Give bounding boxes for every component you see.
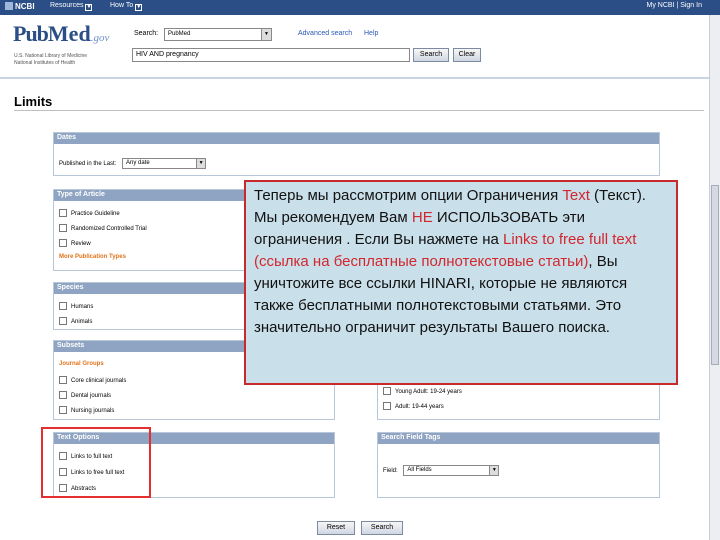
dates-panel: Dates Published in the Last: Any date ▼ bbox=[53, 132, 660, 176]
checkbox[interactable] bbox=[383, 402, 391, 410]
field-select[interactable]: All Fields ▼ bbox=[403, 465, 500, 476]
resources-label: Resources bbox=[50, 2, 84, 9]
chevron-down-icon: ▼ bbox=[135, 4, 143, 11]
dates-heading: Dates bbox=[54, 133, 659, 144]
database-value: PubMed bbox=[168, 31, 191, 37]
checkbox-row[interactable]: Randomized Controlled Trial bbox=[59, 224, 147, 232]
checkbox-label: Animals bbox=[71, 319, 93, 325]
callout-text: ИСПОЛЬЗОВАТЬ bbox=[436, 209, 559, 226]
checkbox[interactable] bbox=[59, 209, 67, 217]
checkbox-row[interactable]: Dental journals bbox=[59, 391, 111, 399]
journal-groups-label: Journal Groups bbox=[59, 361, 104, 367]
checkbox[interactable] bbox=[383, 387, 391, 395]
callout-highlight: Text bbox=[562, 187, 590, 204]
logo-sub-line2: National Institutes of Health bbox=[14, 60, 76, 66]
checkbox-row[interactable]: Animals bbox=[59, 317, 92, 325]
logo-gov-text: .gov bbox=[90, 32, 110, 44]
instruction-callout: Теперь мы рассмотрим опции Ограничения T… bbox=[244, 180, 678, 385]
advanced-search-link[interactable]: Advanced search bbox=[298, 30, 352, 37]
clear-button[interactable]: Clear bbox=[453, 48, 481, 62]
published-select[interactable]: Any date ▼ bbox=[122, 158, 207, 169]
field-value: All Fields bbox=[407, 467, 432, 473]
ncbi-logo-icon bbox=[5, 2, 13, 10]
checkbox[interactable] bbox=[59, 317, 67, 325]
checkbox-row[interactable]: Young Adult: 19-24 years bbox=[383, 387, 462, 395]
search-input[interactable]: HIV AND pregnancy bbox=[132, 48, 410, 62]
logo-subtitle: U.S. National Library of Medicine Nation… bbox=[14, 53, 87, 67]
logo-med-text: Med bbox=[47, 21, 91, 46]
search-field-tags-panel: Search Field Tags Field: All Fields ▼ bbox=[377, 432, 660, 498]
search-button[interactable]: Search bbox=[413, 48, 449, 62]
logo-pub-text: Pub bbox=[13, 21, 49, 46]
resources-menu[interactable]: Resources ▼ bbox=[50, 2, 93, 11]
pubmed-header: PubMed.gov U.S. National Library of Medi… bbox=[0, 15, 710, 77]
database-select[interactable]: PubMed ▼ bbox=[164, 28, 272, 41]
checkbox[interactable] bbox=[59, 376, 67, 384]
chevron-down-icon: ▼ bbox=[85, 4, 93, 11]
ncbi-logo[interactable]: NCBI bbox=[5, 2, 35, 11]
checkbox-row[interactable]: Adult: 19-44 years bbox=[383, 402, 444, 410]
published-label: Published in the Last: bbox=[59, 161, 117, 168]
reset-button[interactable]: Reset bbox=[317, 521, 355, 535]
search-field-tags-heading: Search Field Tags bbox=[378, 433, 659, 444]
checkbox-row[interactable]: Core clinical journals bbox=[59, 376, 126, 384]
chevron-down-icon: ▼ bbox=[196, 159, 206, 168]
ncbi-label: NCBI bbox=[15, 2, 35, 11]
scrollbar-thumb[interactable] bbox=[711, 185, 719, 365]
published-value: Any date bbox=[126, 160, 150, 166]
help-link[interactable]: Help bbox=[364, 30, 378, 37]
checkbox-row[interactable]: Humans bbox=[59, 302, 93, 310]
more-publication-types-link[interactable]: More Publication Types bbox=[59, 254, 126, 260]
callout-highlight: НЕ bbox=[411, 209, 433, 226]
checkbox[interactable] bbox=[59, 302, 67, 310]
checkbox-row[interactable]: Nursing journals bbox=[59, 406, 114, 414]
field-row: Field: All Fields ▼ bbox=[383, 465, 500, 476]
published-row: Published in the Last: Any date ▼ bbox=[59, 158, 207, 169]
chevron-down-icon: ▼ bbox=[489, 466, 499, 475]
text-options-highlight bbox=[41, 427, 151, 498]
checkbox-label: Nursing journals bbox=[71, 408, 115, 414]
checkbox-row[interactable]: Review bbox=[59, 239, 91, 247]
checkbox-label: Dental journals bbox=[71, 393, 112, 399]
checkbox[interactable] bbox=[59, 239, 67, 247]
howto-label: How To bbox=[110, 2, 134, 9]
title-divider bbox=[14, 110, 704, 111]
page-title: Limits bbox=[14, 94, 53, 109]
field-label: Field: bbox=[383, 468, 398, 475]
logo-sub-line1: U.S. National Library of Medicine bbox=[14, 53, 88, 59]
chevron-down-icon: ▼ bbox=[261, 29, 271, 40]
header-divider bbox=[0, 77, 710, 79]
checkbox-label: Young Adult: 19-24 years bbox=[395, 389, 462, 395]
my-ncbi-signin-link[interactable]: My NCBI | Sign In bbox=[646, 2, 702, 9]
checkbox-label: Randomized Controlled Trial bbox=[71, 226, 147, 232]
checkbox-row[interactable]: Practice Guideline bbox=[59, 209, 120, 217]
checkbox[interactable] bbox=[59, 391, 67, 399]
checkbox-label: Review bbox=[71, 241, 91, 247]
checkbox-label: Practice Guideline bbox=[71, 211, 120, 217]
checkbox[interactable] bbox=[59, 224, 67, 232]
callout-text: Теперь мы рассмотрим опции Ограничения bbox=[254, 187, 563, 204]
checkbox-label: Adult: 19-44 years bbox=[395, 404, 444, 410]
checkbox-label: Core clinical journals bbox=[71, 378, 127, 384]
howto-menu[interactable]: How To ▼ bbox=[110, 2, 143, 11]
ncbi-top-bar: NCBI Resources ▼ How To ▼ My NCBI | Sign I… bbox=[0, 0, 720, 15]
page-scrollbar[interactable] bbox=[709, 15, 720, 540]
search-label: Search: bbox=[134, 30, 159, 37]
pubmed-logo[interactable]: PubMed.gov bbox=[13, 21, 123, 51]
checkbox[interactable] bbox=[59, 406, 67, 414]
checkbox-label: Humans bbox=[71, 304, 94, 310]
limits-search-button[interactable]: Search bbox=[361, 521, 403, 535]
